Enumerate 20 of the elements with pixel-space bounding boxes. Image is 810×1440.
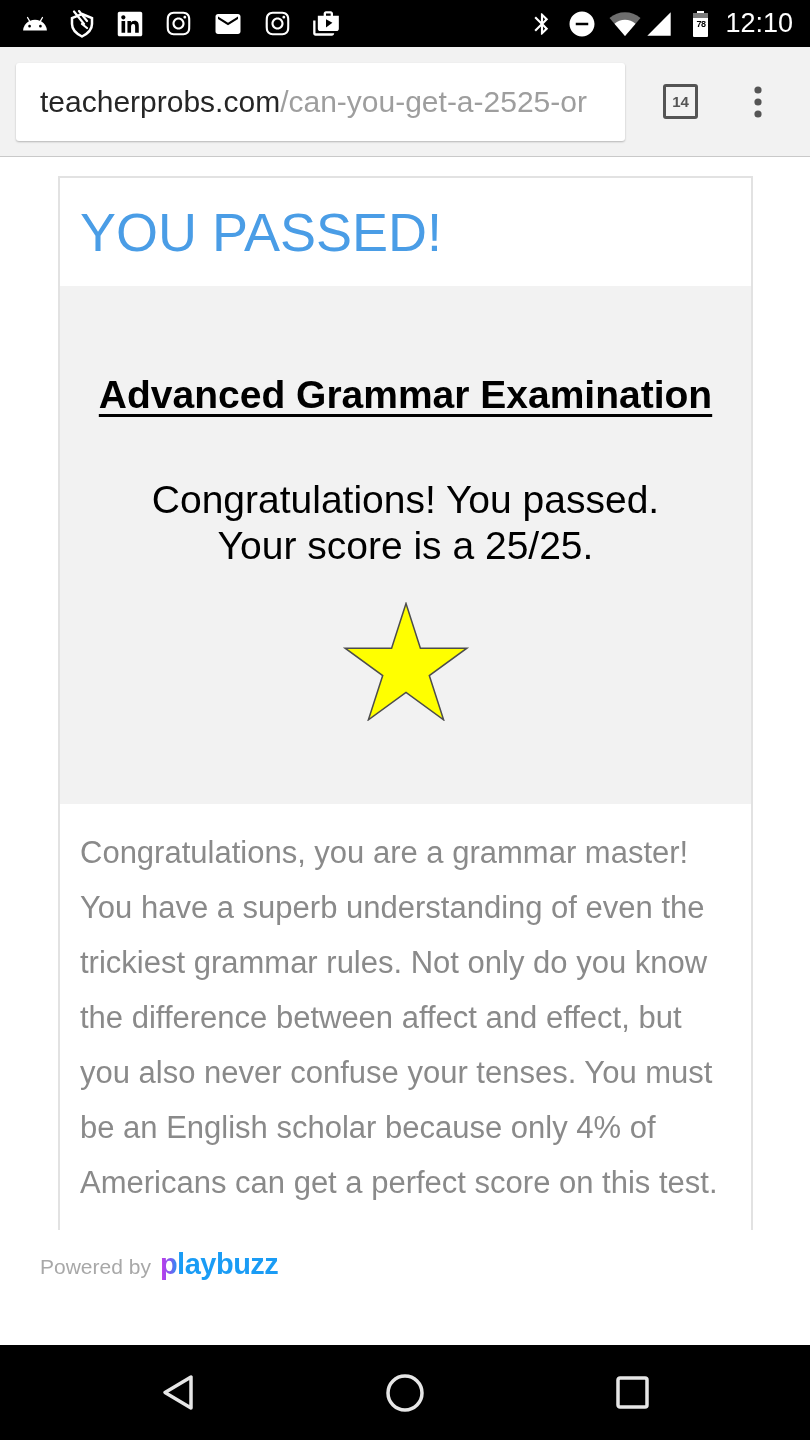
wifi-icon: [609, 11, 642, 36]
home-icon: [386, 1373, 424, 1412]
camera-icon: [165, 10, 192, 37]
menu-icon: [754, 85, 762, 118]
result-heading: YOU PASSED!: [80, 205, 443, 259]
recents-icon: [615, 1376, 649, 1409]
exam-title: Advanced Grammar Examination: [98, 372, 713, 418]
clock-text: 12:10: [725, 10, 793, 37]
score-message: Congratulations! You passed. Your score is a 25/25.: [150, 477, 661, 569]
camera-icon: [264, 10, 291, 37]
battery-level-text: 78: [696, 19, 706, 29]
signal-icon: [645, 9, 674, 38]
powered-by-text: Powered by: [40, 1255, 151, 1277]
back-icon: [162, 1374, 194, 1411]
address-bar[interactable]: teacherprobs.com/can-you-get-a-2525-or: [16, 62, 625, 141]
shopping-bag-icon: [312, 9, 340, 38]
tab-count-button[interactable]: 14: [663, 84, 698, 119]
in-logo-icon: [116, 9, 144, 38]
result-description: Congratulations, you are a grammar master! You have a superb understanding of even the trickiest grammar rules. Not only do you know the difference between affect and effect, but you also never confuse your tenses. You must be an English scholar because only 4% of Americans can get a perfect score on this test.: [79, 834, 719, 1202]
shield-icon: [69, 9, 95, 38]
